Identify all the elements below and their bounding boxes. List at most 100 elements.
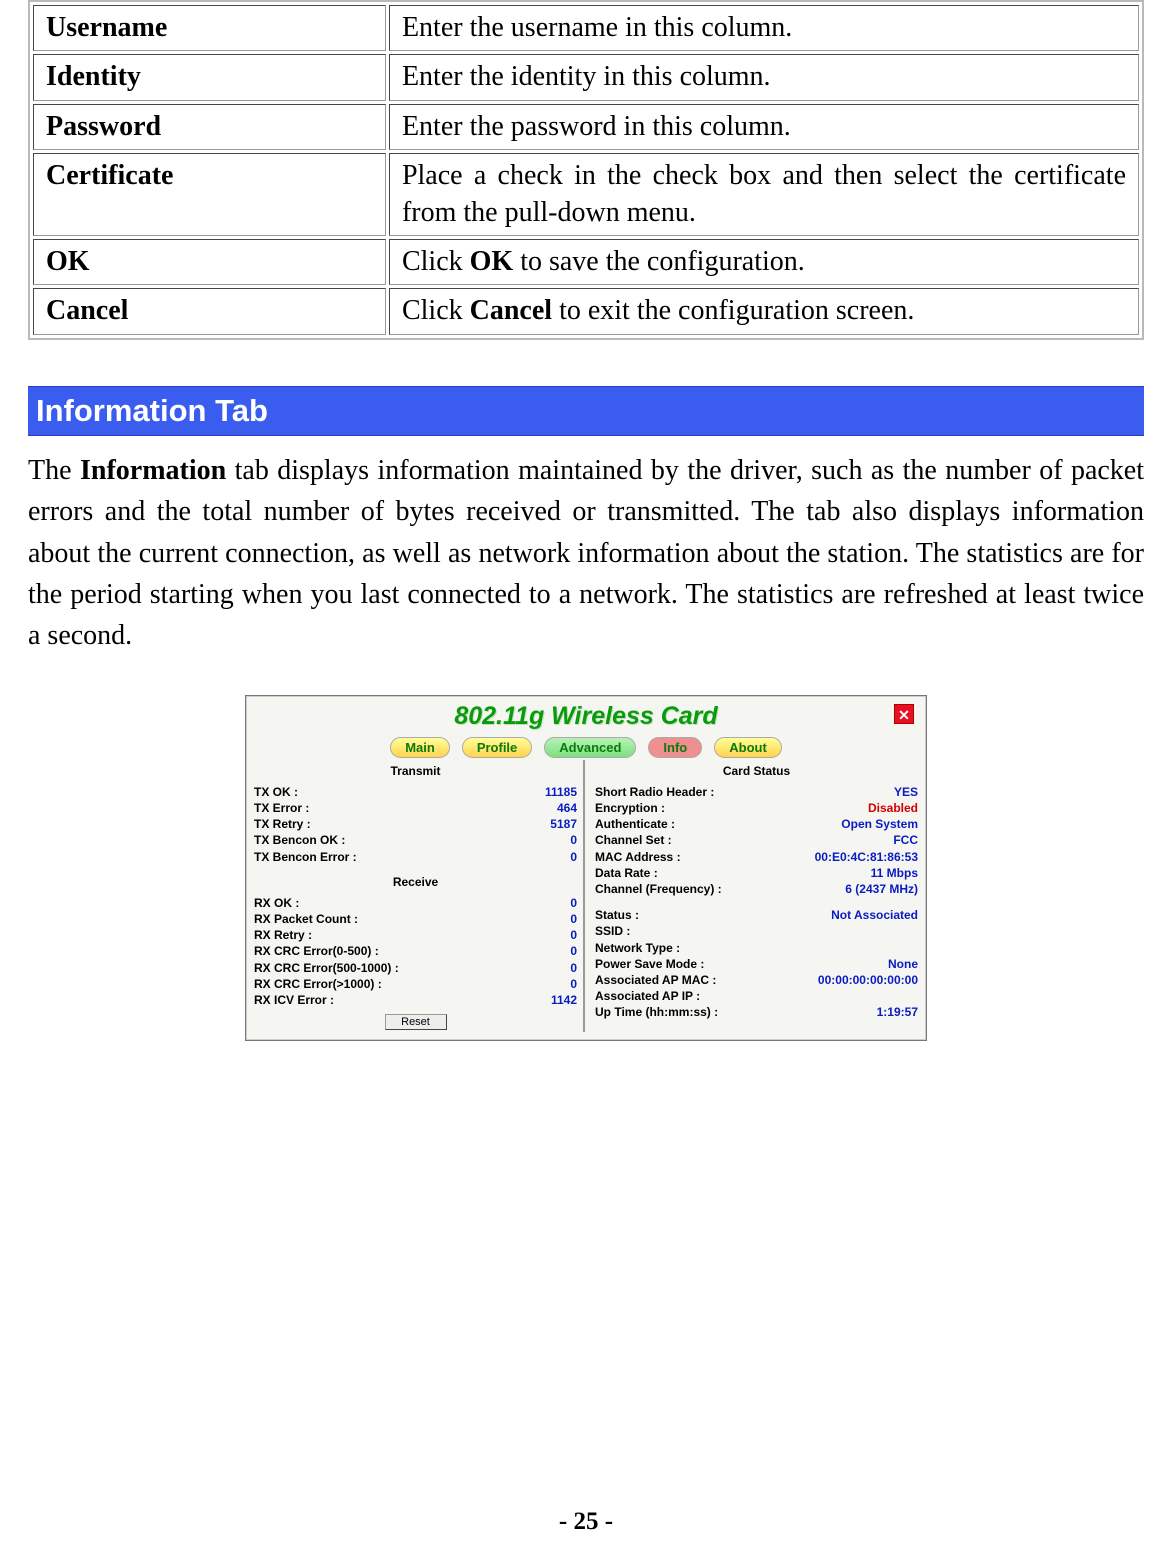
def-val: Click OK to save the configuration. [389, 239, 1139, 285]
stat-label: Network Type : [595, 940, 680, 956]
stat-value: 00:00:00:00:00:00 [818, 972, 918, 988]
def-key: Certificate [33, 153, 386, 236]
stat-row: Power Save Mode :None [595, 956, 918, 972]
stat-value: 464 [557, 800, 577, 816]
stat-value: 00:E0:4C:81:86:53 [815, 849, 918, 865]
def-val: Click Cancel to exit the configuration s… [389, 288, 1139, 334]
stat-value: 0 [570, 927, 577, 943]
def-key: Username [33, 5, 386, 51]
receive-heading: Receive [254, 875, 577, 889]
stat-label: Short Radio Header : [595, 784, 714, 800]
def-val: Enter the identity in this column. [389, 54, 1139, 100]
tab-row: Main Profile Advanced Info About [254, 737, 918, 758]
stat-row: Channel (Frequency) : 6 (2437 MHz) [595, 881, 918, 897]
stat-value: Open System [841, 816, 918, 832]
tab-about[interactable]: About [714, 737, 782, 758]
table-row: Username Enter the username in this colu… [33, 5, 1139, 51]
stat-value: 6 (2437 MHz) [845, 881, 918, 897]
stat-label: TX Bencon Error : [254, 849, 357, 865]
stat-value: 11185 [545, 784, 577, 800]
stat-value: 0 [570, 943, 577, 959]
stat-value: Disabled [868, 800, 918, 816]
stat-label: MAC Address : [595, 849, 681, 865]
stat-value: 11 Mbps [871, 865, 918, 881]
def-key: Identity [33, 54, 386, 100]
stat-value: FCC [893, 832, 918, 848]
def-key: OK [33, 239, 386, 285]
stat-label: Status : [595, 907, 639, 923]
stat-label: TX Bencon OK : [254, 832, 345, 848]
table-row: Identity Enter the identity in this colu… [33, 54, 1139, 100]
stat-label: Associated AP IP : [595, 988, 700, 1004]
stat-value: 1142 [551, 992, 577, 1008]
def-key: Password [33, 104, 386, 150]
stat-row: TX Bencon Error :0 [254, 849, 577, 865]
stat-row: RX Retry : 0 [254, 927, 577, 943]
stat-row: Data Rate : 11 Mbps [595, 865, 918, 881]
stat-label: Data Rate : [595, 865, 658, 881]
stat-value: 0 [570, 895, 577, 911]
stat-label: Encryption : [595, 800, 665, 816]
stat-row: RX OK :0 [254, 895, 577, 911]
left-column: Transmit TX OK : 11185 TX Error :464 TX R… [254, 760, 585, 1032]
stat-row: Status : Not Associated [595, 907, 918, 923]
stat-label: TX OK : [254, 784, 298, 800]
card-status-heading: Card Status [595, 764, 918, 778]
close-icon[interactable]: ✕ [894, 704, 914, 724]
stat-value: YES [894, 784, 918, 800]
stat-row: RX CRC Error(0-500) : 0 [254, 943, 577, 959]
stat-row: TX Error :464 [254, 800, 577, 816]
tab-profile[interactable]: Profile [462, 737, 532, 758]
embedded-screenshot: 802.11g Wireless Card ✕ Main Profile Adv… [245, 695, 927, 1041]
stat-value: Not Associated [831, 907, 918, 923]
table-row: Certificate Place a check in the check b… [33, 153, 1139, 236]
stat-row: RX CRC Error(500-1000) :0 [254, 960, 577, 976]
stat-label: RX Retry : [254, 927, 312, 943]
stat-row: TX Retry : 5187 [254, 816, 577, 832]
reset-button[interactable]: Reset [385, 1014, 447, 1030]
stat-label: Channel (Frequency) : [595, 881, 722, 897]
stat-row: Associated AP IP : [595, 988, 918, 1004]
stat-value: 0 [570, 976, 577, 992]
stat-row: Associated AP MAC : 00:00:00:00:00:00 [595, 972, 918, 988]
page-number: - 25 - [0, 1508, 1172, 1536]
stat-label: Channel Set : [595, 832, 672, 848]
table-row: Password Enter the password in this colu… [33, 104, 1139, 150]
stat-row: RX CRC Error(>1000) : 0 [254, 976, 577, 992]
stat-value: 0 [570, 832, 577, 848]
stat-row: Encryption : Disabled [595, 800, 918, 816]
stat-row: SSID : [595, 923, 918, 939]
stat-label: Associated AP MAC : [595, 972, 716, 988]
section-heading-text: Information Tab [36, 393, 268, 428]
stat-row: TX Bencon OK : 0 [254, 832, 577, 848]
def-val: Enter the username in this column. [389, 5, 1139, 51]
def-key: Cancel [33, 288, 386, 334]
definition-table: Username Enter the username in this colu… [28, 0, 1144, 340]
stat-label: TX Retry : [254, 816, 311, 832]
tab-info[interactable]: Info [648, 737, 702, 758]
stat-row: Up Time (hh:mm:ss) :1:19:57 [595, 1004, 918, 1020]
section-heading: Information Tab [28, 386, 1144, 436]
def-val: Enter the password in this column. [389, 104, 1139, 150]
stat-label: SSID : [595, 923, 630, 939]
section-paragraph: The Information tab displays information… [28, 450, 1144, 657]
stat-row: MAC Address : 00:E0:4C:81:86:53 [595, 849, 918, 865]
tab-advanced[interactable]: Advanced [544, 737, 636, 758]
stat-row: RX ICV Error : 1142 [254, 992, 577, 1008]
transmit-heading: Transmit [254, 764, 577, 778]
stat-label: RX ICV Error : [254, 992, 334, 1008]
stat-row: Short Radio Header : YES [595, 784, 918, 800]
stat-label: Up Time (hh:mm:ss) : [595, 1004, 718, 1020]
stat-label: RX CRC Error(0-500) : [254, 943, 379, 959]
stat-row: Authenticate : Open System [595, 816, 918, 832]
stat-label: RX Packet Count : [254, 911, 358, 927]
stat-label: RX CRC Error(>1000) : [254, 976, 382, 992]
stat-row: TX OK : 11185 [254, 784, 577, 800]
stat-value: 5187 [550, 816, 577, 832]
stat-label: RX CRC Error(500-1000) : [254, 960, 399, 976]
stat-value: None [888, 956, 918, 972]
tab-main[interactable]: Main [390, 737, 450, 758]
stat-row: Network Type : [595, 940, 918, 956]
stat-label: Authenticate : [595, 816, 675, 832]
stat-row: RX Packet Count :0 [254, 911, 577, 927]
